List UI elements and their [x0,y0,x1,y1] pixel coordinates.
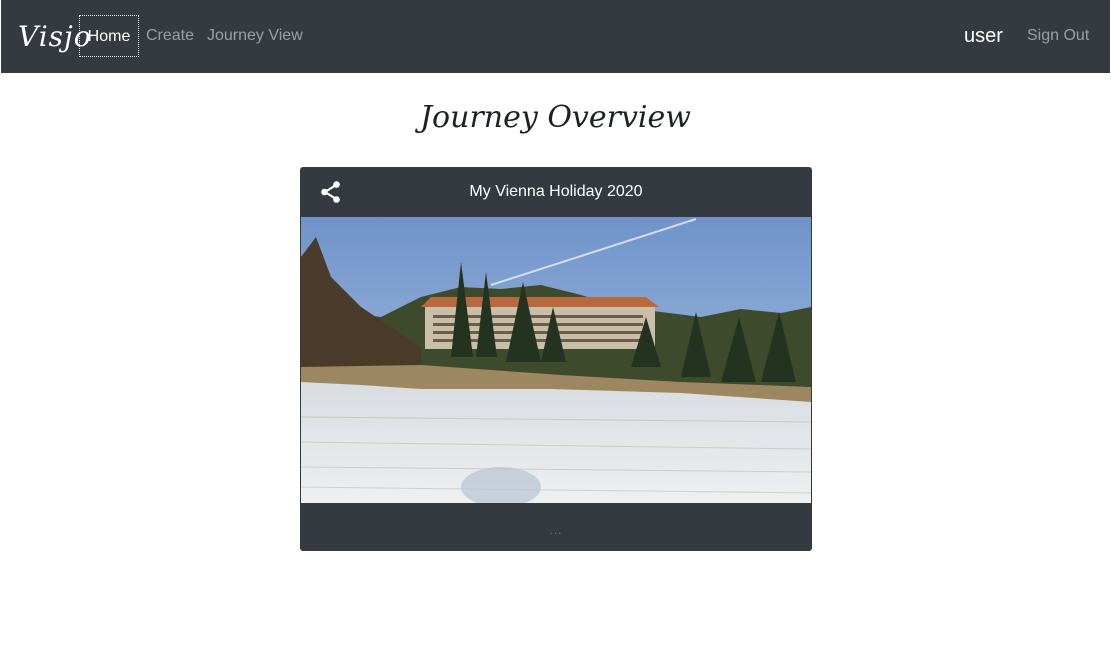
journey-card-footer: ... [300,503,812,551]
username-label: user [964,25,1003,47]
nav-create-link[interactable]: Create [146,15,194,57]
page-title: Journey Overview [420,100,691,135]
journey-card[interactable]: My Vienna Holiday 2020 ... [300,167,812,551]
navbar: Visjo Home Create Journey View user Sign… [1,0,1110,73]
sign-out-link[interactable]: Sign Out [1027,15,1089,57]
nav-home-link[interactable]: Home [79,15,139,57]
journey-cover-image[interactable] [300,217,812,507]
journey-card-header: My Vienna Holiday 2020 [300,167,812,217]
nav-journey-view-link[interactable]: Journey View [207,15,303,57]
journey-title[interactable]: My Vienna Holiday 2020 [300,167,812,217]
journey-more-text: ... [549,523,563,537]
